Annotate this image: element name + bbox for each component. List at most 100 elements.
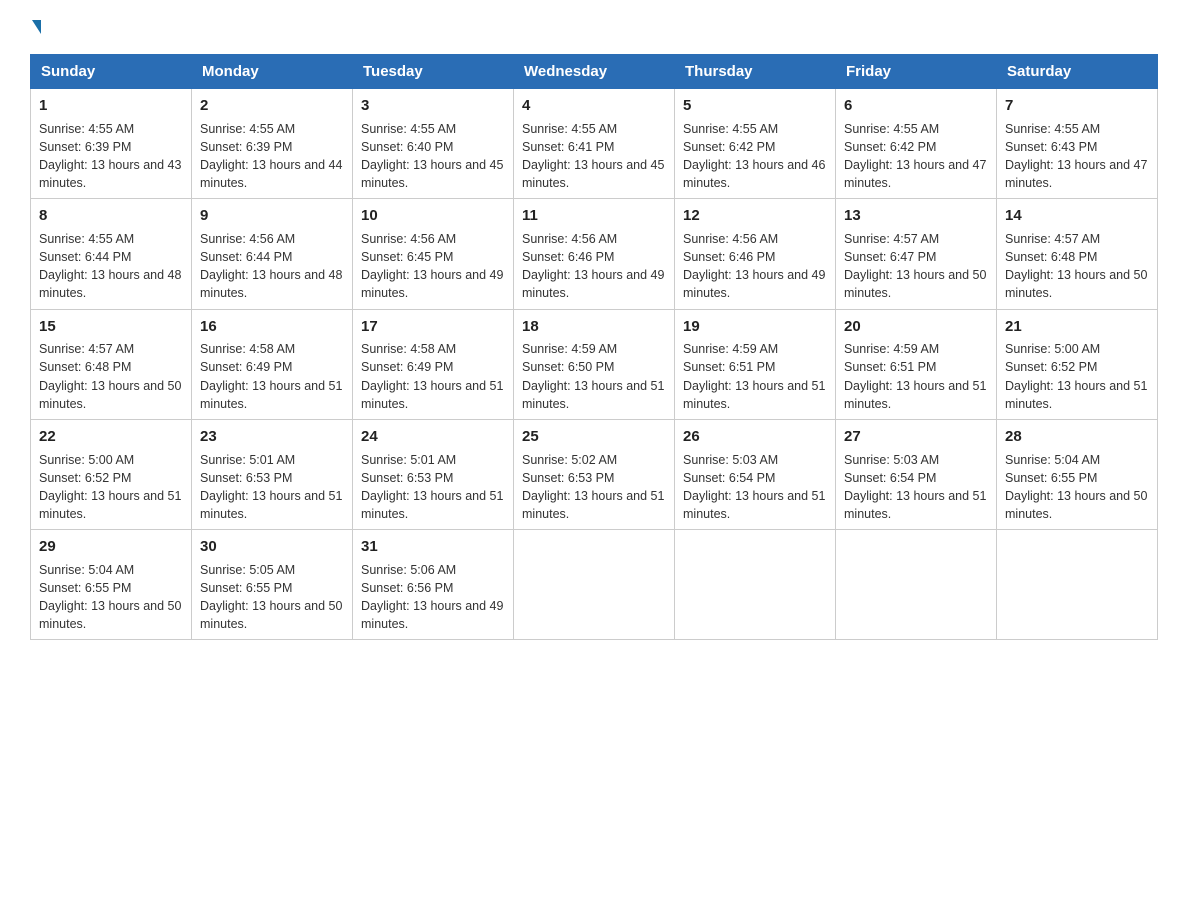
calendar-cell: 26 Sunrise: 5:03 AMSunset: 6:54 PMDaylig… [675,419,836,529]
calendar-cell: 19 Sunrise: 4:59 AMSunset: 6:51 PMDaylig… [675,309,836,419]
day-number: 14 [1005,205,1149,227]
day-number: 11 [522,205,666,227]
calendar-cell: 20 Sunrise: 4:59 AMSunset: 6:51 PMDaylig… [836,309,997,419]
calendar-cell: 23 Sunrise: 5:01 AMSunset: 6:53 PMDaylig… [192,419,353,529]
calendar-header-row: SundayMondayTuesdayWednesdayThursdayFrid… [31,55,1158,89]
day-info: Sunrise: 4:57 AMSunset: 6:48 PMDaylight:… [1005,232,1147,300]
calendar-cell: 5 Sunrise: 4:55 AMSunset: 6:42 PMDayligh… [675,89,836,199]
calendar-cell: 14 Sunrise: 4:57 AMSunset: 6:48 PMDaylig… [997,199,1158,309]
day-info: Sunrise: 4:59 AMSunset: 6:51 PMDaylight:… [683,342,825,410]
day-number: 30 [200,536,344,558]
day-number: 20 [844,316,988,338]
day-number: 15 [39,316,183,338]
calendar-cell: 7 Sunrise: 4:55 AMSunset: 6:43 PMDayligh… [997,89,1158,199]
day-number: 17 [361,316,505,338]
day-info: Sunrise: 5:04 AMSunset: 6:55 PMDaylight:… [1005,453,1147,521]
day-number: 26 [683,426,827,448]
day-info: Sunrise: 4:59 AMSunset: 6:51 PMDaylight:… [844,342,986,410]
day-info: Sunrise: 4:57 AMSunset: 6:48 PMDaylight:… [39,342,181,410]
day-info: Sunrise: 5:06 AMSunset: 6:56 PMDaylight:… [361,563,503,631]
calendar-cell: 29 Sunrise: 5:04 AMSunset: 6:55 PMDaylig… [31,530,192,640]
day-info: Sunrise: 4:55 AMSunset: 6:39 PMDaylight:… [39,122,181,190]
calendar-cell: 18 Sunrise: 4:59 AMSunset: 6:50 PMDaylig… [514,309,675,419]
day-info: Sunrise: 4:55 AMSunset: 6:42 PMDaylight:… [844,122,986,190]
day-number: 19 [683,316,827,338]
header-thursday: Thursday [675,55,836,89]
day-number: 13 [844,205,988,227]
day-info: Sunrise: 4:55 AMSunset: 6:43 PMDaylight:… [1005,122,1147,190]
day-info: Sunrise: 5:03 AMSunset: 6:54 PMDaylight:… [844,453,986,521]
day-info: Sunrise: 5:00 AMSunset: 6:52 PMDaylight:… [39,453,181,521]
calendar-cell: 2 Sunrise: 4:55 AMSunset: 6:39 PMDayligh… [192,89,353,199]
calendar-week-row: 22 Sunrise: 5:00 AMSunset: 6:52 PMDaylig… [31,419,1158,529]
day-number: 2 [200,95,344,117]
calendar-cell: 3 Sunrise: 4:55 AMSunset: 6:40 PMDayligh… [353,89,514,199]
header-tuesday: Tuesday [353,55,514,89]
day-info: Sunrise: 4:56 AMSunset: 6:46 PMDaylight:… [683,232,825,300]
day-number: 1 [39,95,183,117]
day-info: Sunrise: 5:01 AMSunset: 6:53 PMDaylight:… [361,453,503,521]
day-number: 28 [1005,426,1149,448]
day-info: Sunrise: 5:01 AMSunset: 6:53 PMDaylight:… [200,453,342,521]
day-number: 24 [361,426,505,448]
calendar-cell: 10 Sunrise: 4:56 AMSunset: 6:45 PMDaylig… [353,199,514,309]
calendar-week-row: 1 Sunrise: 4:55 AMSunset: 6:39 PMDayligh… [31,89,1158,199]
calendar-cell: 6 Sunrise: 4:55 AMSunset: 6:42 PMDayligh… [836,89,997,199]
day-number: 16 [200,316,344,338]
header-saturday: Saturday [997,55,1158,89]
day-number: 12 [683,205,827,227]
day-number: 29 [39,536,183,558]
calendar-cell: 9 Sunrise: 4:56 AMSunset: 6:44 PMDayligh… [192,199,353,309]
header-monday: Monday [192,55,353,89]
calendar-cell: 12 Sunrise: 4:56 AMSunset: 6:46 PMDaylig… [675,199,836,309]
day-info: Sunrise: 4:55 AMSunset: 6:44 PMDaylight:… [39,232,181,300]
day-info: Sunrise: 4:58 AMSunset: 6:49 PMDaylight:… [200,342,342,410]
day-number: 6 [844,95,988,117]
day-info: Sunrise: 5:03 AMSunset: 6:54 PMDaylight:… [683,453,825,521]
day-info: Sunrise: 4:56 AMSunset: 6:44 PMDaylight:… [200,232,342,300]
day-number: 27 [844,426,988,448]
day-info: Sunrise: 4:55 AMSunset: 6:39 PMDaylight:… [200,122,342,190]
header-friday: Friday [836,55,997,89]
day-info: Sunrise: 4:57 AMSunset: 6:47 PMDaylight:… [844,232,986,300]
calendar-cell: 13 Sunrise: 4:57 AMSunset: 6:47 PMDaylig… [836,199,997,309]
day-number: 4 [522,95,666,117]
day-info: Sunrise: 5:00 AMSunset: 6:52 PMDaylight:… [1005,342,1147,410]
day-number: 21 [1005,316,1149,338]
day-info: Sunrise: 4:55 AMSunset: 6:42 PMDaylight:… [683,122,825,190]
calendar-cell: 4 Sunrise: 4:55 AMSunset: 6:41 PMDayligh… [514,89,675,199]
day-number: 8 [39,205,183,227]
day-number: 7 [1005,95,1149,117]
calendar-table: SundayMondayTuesdayWednesdayThursdayFrid… [30,54,1158,640]
day-info: Sunrise: 4:56 AMSunset: 6:45 PMDaylight:… [361,232,503,300]
calendar-cell: 16 Sunrise: 4:58 AMSunset: 6:49 PMDaylig… [192,309,353,419]
calendar-cell: 24 Sunrise: 5:01 AMSunset: 6:53 PMDaylig… [353,419,514,529]
day-info: Sunrise: 5:02 AMSunset: 6:53 PMDaylight:… [522,453,664,521]
day-info: Sunrise: 4:55 AMSunset: 6:41 PMDaylight:… [522,122,664,190]
calendar-cell [675,530,836,640]
day-number: 31 [361,536,505,558]
calendar-cell: 25 Sunrise: 5:02 AMSunset: 6:53 PMDaylig… [514,419,675,529]
calendar-cell [836,530,997,640]
page-header [30,20,1158,34]
calendar-cell: 31 Sunrise: 5:06 AMSunset: 6:56 PMDaylig… [353,530,514,640]
calendar-cell: 1 Sunrise: 4:55 AMSunset: 6:39 PMDayligh… [31,89,192,199]
day-info: Sunrise: 5:04 AMSunset: 6:55 PMDaylight:… [39,563,181,631]
calendar-cell: 30 Sunrise: 5:05 AMSunset: 6:55 PMDaylig… [192,530,353,640]
day-number: 10 [361,205,505,227]
calendar-cell: 21 Sunrise: 5:00 AMSunset: 6:52 PMDaylig… [997,309,1158,419]
day-info: Sunrise: 4:58 AMSunset: 6:49 PMDaylight:… [361,342,503,410]
calendar-cell: 15 Sunrise: 4:57 AMSunset: 6:48 PMDaylig… [31,309,192,419]
calendar-cell: 17 Sunrise: 4:58 AMSunset: 6:49 PMDaylig… [353,309,514,419]
calendar-week-row: 29 Sunrise: 5:04 AMSunset: 6:55 PMDaylig… [31,530,1158,640]
calendar-cell: 11 Sunrise: 4:56 AMSunset: 6:46 PMDaylig… [514,199,675,309]
calendar-week-row: 8 Sunrise: 4:55 AMSunset: 6:44 PMDayligh… [31,199,1158,309]
logo-triangle-icon [32,20,41,34]
day-number: 5 [683,95,827,117]
calendar-cell [514,530,675,640]
day-info: Sunrise: 4:55 AMSunset: 6:40 PMDaylight:… [361,122,503,190]
day-number: 9 [200,205,344,227]
day-number: 22 [39,426,183,448]
day-number: 23 [200,426,344,448]
calendar-cell: 27 Sunrise: 5:03 AMSunset: 6:54 PMDaylig… [836,419,997,529]
